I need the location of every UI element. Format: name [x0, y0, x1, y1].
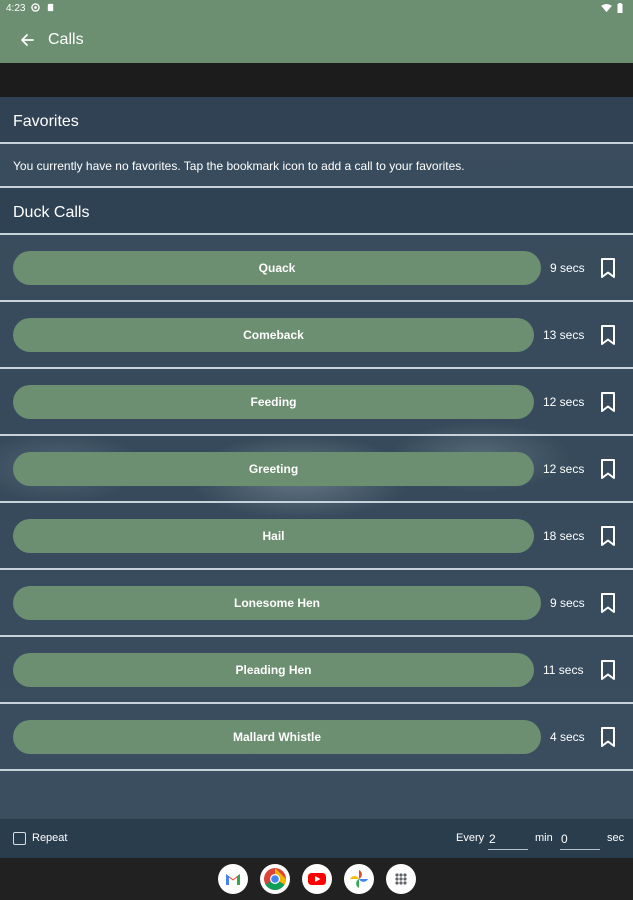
call-duration: 18 secs: [543, 529, 585, 543]
app-drawer-icon[interactable]: [386, 864, 416, 894]
sd-card-icon: [47, 3, 54, 12]
every-label: Every: [456, 832, 485, 844]
call-duration: 9 secs: [550, 261, 585, 275]
app-bar: Calls: [0, 17, 633, 63]
call-play-button[interactable]: Pleading Hen: [13, 653, 534, 687]
call-row: Feeding 12 secs: [0, 369, 633, 436]
wifi-icon: [601, 3, 612, 12]
battery-icon: [617, 3, 623, 13]
sec-label: sec: [607, 832, 625, 844]
minutes-value: 2: [489, 832, 496, 846]
call-play-button[interactable]: Mallard Whistle: [13, 720, 541, 754]
call-play-button[interactable]: Comeback: [13, 318, 534, 352]
call-duration: 12 secs: [543, 462, 585, 476]
call-duration: 12 secs: [543, 395, 585, 409]
calls-content: Favorites You currently have no favorite…: [0, 97, 633, 819]
favorites-empty-notice: You currently have no favorites. Tap the…: [0, 144, 633, 188]
bookmark-icon[interactable]: [597, 525, 619, 547]
call-play-button[interactable]: Greeting: [13, 452, 534, 486]
bookmark-icon[interactable]: [597, 592, 619, 614]
bookmark-icon[interactable]: [597, 659, 619, 681]
call-row: Mallard Whistle 4 secs: [0, 704, 633, 771]
chrome-icon[interactable]: [260, 864, 290, 894]
call-row: Greeting 12 secs: [0, 436, 633, 503]
bookmark-icon[interactable]: [597, 391, 619, 413]
youtube-icon[interactable]: [302, 864, 332, 894]
call-row: Pleading Hen 11 secs: [0, 637, 633, 704]
status-time: 4:23: [6, 3, 26, 14]
repeat-label: Repeat: [32, 832, 68, 844]
repeat-bar: Repeat Every 2 min 0 sec: [0, 819, 633, 858]
duck-calls-header: Duck Calls: [0, 188, 633, 235]
call-play-button[interactable]: Lonesome Hen: [13, 586, 541, 620]
call-duration: 4 secs: [550, 730, 585, 744]
call-row: Hail 18 secs: [0, 503, 633, 570]
duck-calls-heading: Duck Calls: [13, 204, 90, 221]
bookmark-icon[interactable]: [597, 257, 619, 279]
call-play-button[interactable]: Quack: [13, 251, 541, 285]
seconds-value: 0: [561, 832, 568, 846]
call-row: Comeback 13 secs: [0, 302, 633, 369]
call-duration: 13 secs: [543, 328, 585, 342]
seconds-input[interactable]: 0: [560, 829, 600, 850]
bookmark-icon[interactable]: [597, 726, 619, 748]
call-duration: 11 secs: [543, 663, 584, 677]
page-title: Calls: [48, 31, 84, 48]
bookmark-icon[interactable]: [597, 324, 619, 346]
bookmark-icon[interactable]: [597, 458, 619, 480]
call-play-button[interactable]: Feeding: [13, 385, 534, 419]
back-arrow-icon[interactable]: [17, 30, 37, 50]
min-label: min: [535, 832, 553, 844]
call-row: Lonesome Hen 9 secs: [0, 570, 633, 637]
app-dock: [0, 858, 633, 900]
minutes-input[interactable]: 2: [488, 829, 528, 850]
call-duration: 9 secs: [550, 596, 585, 610]
ad-banner-area: [0, 63, 633, 97]
call-play-button[interactable]: Hail: [13, 519, 534, 553]
favorites-heading: Favorites: [13, 113, 79, 130]
repeat-checkbox[interactable]: [13, 832, 26, 845]
settings-status-icon: [31, 3, 40, 12]
favorites-empty-message: You currently have no favorites. Tap the…: [13, 159, 465, 173]
status-right: [601, 3, 623, 13]
status-bar: 4:23: [0, 0, 633, 17]
photos-icon[interactable]: [344, 864, 374, 894]
call-row: Quack 9 secs: [0, 235, 633, 302]
favorites-header: Favorites: [0, 97, 633, 144]
gmail-icon[interactable]: [218, 864, 248, 894]
